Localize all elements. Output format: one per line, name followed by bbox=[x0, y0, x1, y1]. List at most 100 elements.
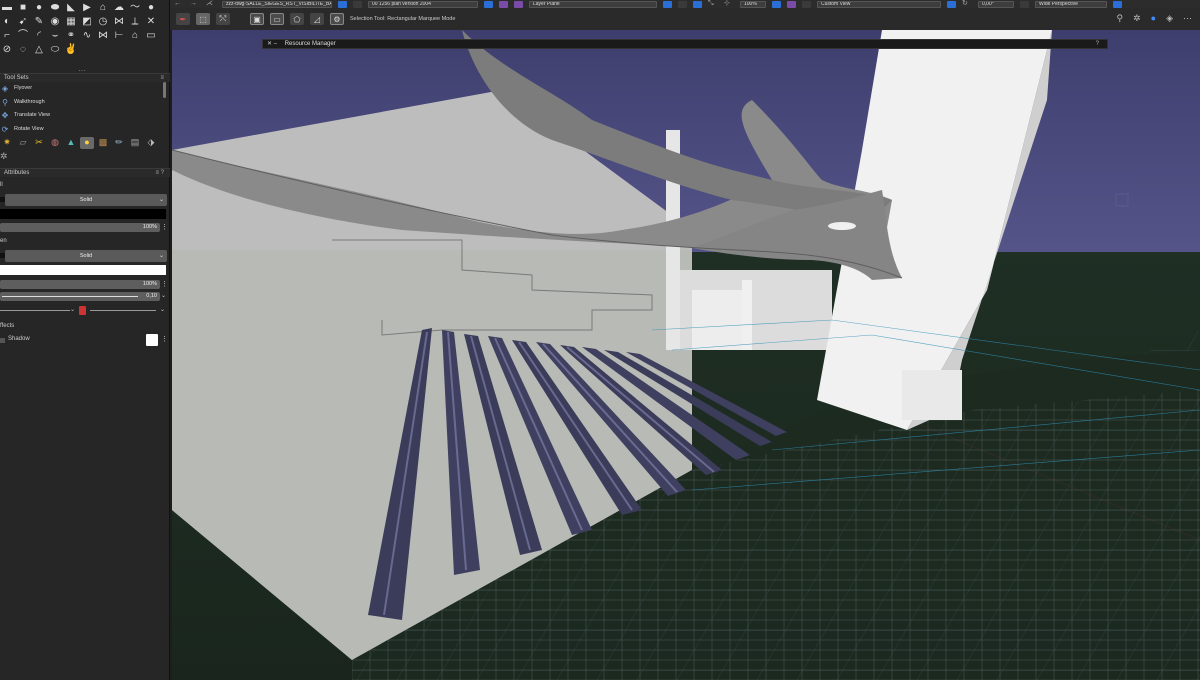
more-icon[interactable]: ⋯ bbox=[1183, 13, 1192, 24]
layer-plane-select[interactable]: Layer Plane bbox=[529, 0, 657, 8]
hand-tool-icon[interactable]: ✌ bbox=[64, 44, 78, 56]
shadow-color-swatch[interactable] bbox=[146, 334, 158, 346]
clock-tool-icon[interactable]: ◷ bbox=[96, 16, 110, 28]
fill-color-swatch[interactable] bbox=[0, 209, 166, 219]
pen-opacity-field[interactable]: 100% bbox=[0, 280, 160, 289]
light-icon[interactable]: ● bbox=[80, 137, 94, 149]
snap-search-icon[interactable]: ⚲ bbox=[1117, 13, 1124, 24]
lasso-mode-icon[interactable]: ⤲ bbox=[216, 13, 230, 25]
single-object-mode-icon[interactable]: ▣ bbox=[250, 13, 264, 25]
stamp-tool-icon[interactable]: ◌ bbox=[16, 44, 30, 56]
roof-tool-icon[interactable]: ⌂ bbox=[96, 2, 110, 14]
target-tool-icon[interactable]: ⊘ bbox=[0, 44, 14, 56]
fill-opacity-field[interactable]: 100% bbox=[0, 223, 160, 232]
trim-tool-icon[interactable]: ⟂ bbox=[128, 16, 142, 28]
rotation-field[interactable]: 0,00° bbox=[978, 0, 1014, 8]
tools-icon[interactable]: ✂ bbox=[32, 137, 46, 149]
eyedropper-icon[interactable]: ✒ bbox=[176, 13, 190, 25]
chevron-down-icon[interactable]: ⌄ bbox=[70, 306, 75, 313]
view-menu-button[interactable] bbox=[947, 0, 956, 8]
rotation-stepper[interactable] bbox=[1020, 0, 1029, 8]
render-mode-icon[interactable] bbox=[678, 0, 687, 8]
curve-tool-icon[interactable]: ◜ bbox=[32, 30, 46, 42]
view-flip-icon[interactable] bbox=[802, 0, 811, 8]
toolsets-scrollbar[interactable] bbox=[163, 82, 166, 98]
toolset-item-rotate-view[interactable]: ⟳ Rotate View bbox=[0, 123, 165, 135]
fill-style-dropdown[interactable]: Solid ⌄ bbox=[5, 194, 167, 206]
mirror-tool-icon[interactable]: ◩ bbox=[80, 16, 94, 28]
gear-icon[interactable]: ✲ bbox=[1133, 13, 1141, 24]
join-tool-icon[interactable]: ⌣ bbox=[48, 30, 62, 42]
pen-tool-icon[interactable]: ✎ bbox=[32, 16, 46, 28]
line-marker-swap-icon[interactable] bbox=[79, 306, 86, 315]
projection-select[interactable]: Wide Perspective bbox=[1035, 0, 1107, 8]
fill-opacity-menu-icon[interactable]: ⋮ bbox=[161, 223, 168, 231]
shadow-checkbox[interactable] bbox=[0, 338, 5, 343]
corner-tool-icon[interactable]: ⌐ bbox=[0, 30, 14, 42]
toolset-item-flyover[interactable]: ◈ Flyover bbox=[0, 82, 165, 94]
wall-icon[interactable]: ▱ bbox=[16, 137, 30, 149]
projection-menu-button[interactable] bbox=[1113, 0, 1122, 8]
rect-mode-icon[interactable]: ▭ bbox=[270, 13, 284, 25]
render-menu-button[interactable] bbox=[693, 0, 702, 8]
chevron-down-icon[interactable]: ⌄ bbox=[160, 306, 165, 313]
cross-tool-icon[interactable]: ✕ bbox=[144, 16, 158, 28]
eye-tool-icon[interactable]: ◉ bbox=[48, 16, 62, 28]
3d-viewport[interactable] bbox=[172, 30, 1200, 680]
split-tool-icon[interactable]: ⋈ bbox=[112, 16, 126, 28]
chain-tool-icon[interactable]: ⚭ bbox=[64, 30, 78, 42]
layer-stack-icon[interactable] bbox=[353, 0, 362, 8]
line-weight-field[interactable]: 0,10 bbox=[0, 292, 160, 301]
layer-visibility-icon[interactable] bbox=[514, 0, 523, 8]
resource-manager-bar[interactable]: ✕ – Resource Manager ? bbox=[262, 39, 1108, 49]
view-cube-icon[interactable] bbox=[787, 0, 796, 8]
attributes-menu-icon[interactable]: ≡ ? bbox=[155, 169, 164, 178]
back-icon[interactable]: ← bbox=[174, 0, 184, 8]
fillet-tool-icon[interactable]: ⌒ bbox=[16, 30, 30, 42]
pointer-tool-icon[interactable]: ➹ bbox=[16, 16, 30, 28]
circle-tool-icon[interactable]: ● bbox=[32, 2, 46, 14]
pencil-icon[interactable]: ✏ bbox=[112, 137, 126, 149]
spline-tool-icon[interactable]: ∿ bbox=[80, 30, 94, 42]
grid-tool-icon[interactable]: ▦ bbox=[64, 16, 78, 28]
settings-icon[interactable]: ✲ bbox=[0, 151, 8, 162]
align-tool-icon[interactable]: ⊢ bbox=[112, 30, 126, 42]
toggle-snap-icon[interactable]: ● bbox=[1151, 13, 1156, 24]
arc-tool-icon[interactable]: ◐ bbox=[0, 16, 14, 28]
layer-menu-button[interactable] bbox=[484, 0, 493, 8]
shadow-menu-icon[interactable]: ⋮ bbox=[161, 335, 168, 343]
marquee-mode-icon[interactable]: ⬚ bbox=[196, 13, 210, 25]
ruler-icon[interactable]: ▤ bbox=[128, 137, 142, 149]
chevron-down-icon[interactable]: ⌄ bbox=[161, 292, 166, 299]
freeform-mode-icon[interactable]: ◿ bbox=[310, 13, 324, 25]
pen-style-dropdown[interactable]: Solid ⌄ bbox=[5, 250, 167, 262]
cloud-tool-icon[interactable]: ☁ bbox=[112, 2, 126, 14]
home-icon[interactable] bbox=[499, 0, 508, 8]
class-icon[interactable]: ⋌ bbox=[206, 0, 216, 8]
class-menu-button[interactable] bbox=[338, 0, 347, 8]
layer-options-icon[interactable]: ◈ bbox=[1166, 13, 1173, 24]
help-button[interactable]: ? bbox=[1096, 40, 1099, 49]
class-select[interactable]: zzz-dwg-SALLE_SIEGES_RST_VISIBILITE_BAL.… bbox=[222, 0, 332, 8]
pen-opacity-menu-icon[interactable]: ⋮ bbox=[161, 280, 168, 288]
triangle-tool-icon[interactable]: △ bbox=[32, 44, 46, 56]
zoom-menu-button[interactable] bbox=[772, 0, 781, 8]
zoom-tool-icon[interactable]: ⤡ bbox=[708, 0, 718, 8]
rect-outline-tool-icon[interactable]: ▭ bbox=[144, 30, 158, 42]
rectangle-tool-icon[interactable]: ■ bbox=[16, 2, 30, 14]
plane-menu-button[interactable] bbox=[663, 0, 672, 8]
lens-tool-icon[interactable]: ⬭ bbox=[48, 44, 62, 56]
polygon-tool-icon[interactable]: ◣ bbox=[64, 2, 78, 14]
offset-tool-icon[interactable]: ⌂ bbox=[128, 30, 142, 42]
dot-tool-icon[interactable]: ● bbox=[144, 2, 158, 14]
close-icon[interactable]: ✕ – bbox=[267, 41, 277, 47]
pen-color-swatch[interactable] bbox=[0, 265, 166, 275]
selection-tool-icon[interactable]: ▬ bbox=[0, 2, 14, 14]
tag-tool-icon[interactable]: ▶ bbox=[80, 2, 94, 14]
fit-icon[interactable]: ⊹ bbox=[724, 0, 734, 8]
object-icon[interactable]: ◍ bbox=[48, 137, 62, 149]
sun-icon[interactable]: ✷ bbox=[0, 137, 14, 149]
freehand-tool-icon[interactable]: 〜 bbox=[128, 2, 142, 14]
move-tool-icon[interactable]: ⋈ bbox=[96, 30, 110, 42]
oval-tool-icon[interactable]: ⬬ bbox=[48, 2, 62, 14]
